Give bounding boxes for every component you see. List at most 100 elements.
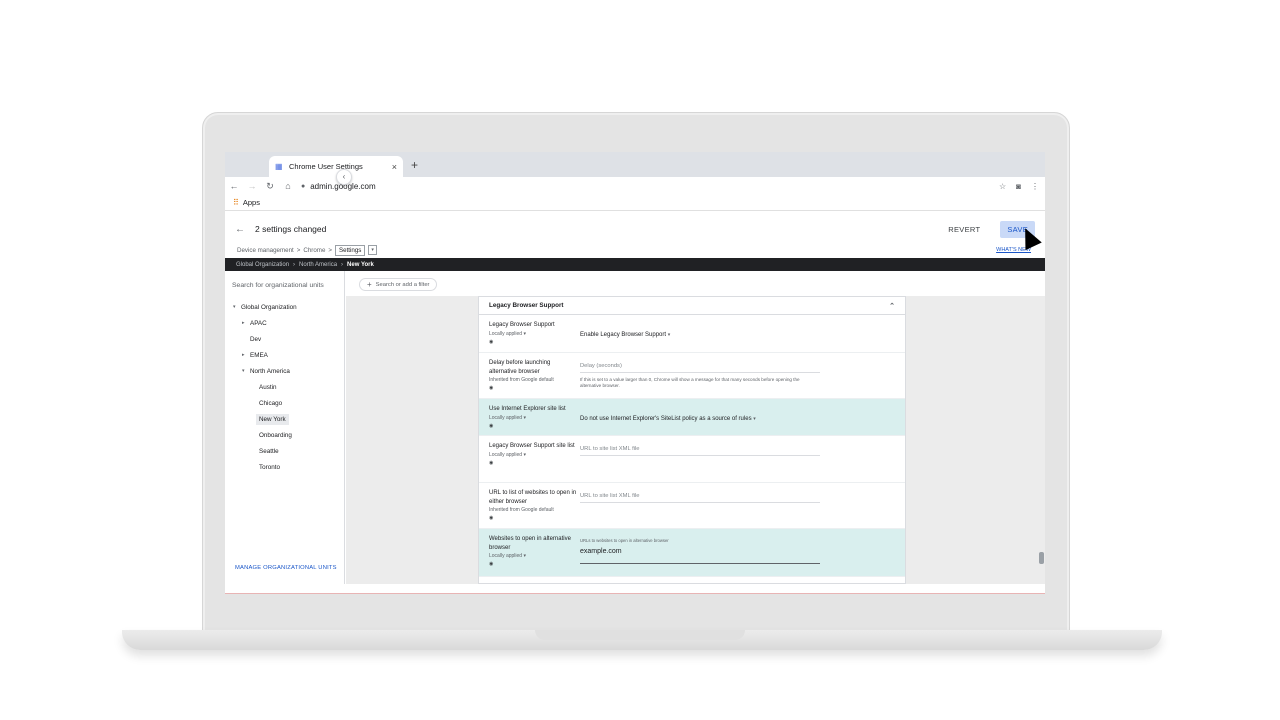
source-dropdown-icon: ▾: [523, 414, 526, 421]
setting-value-col: Delay (seconds) If this is set to a value…: [579, 353, 905, 398]
section-header[interactable]: Legacy Browser Support ⌃: [479, 297, 905, 315]
setting-name: URL to list of websites to open in eithe…: [489, 490, 577, 505]
caret-right-icon[interactable]: ▸: [242, 320, 250, 326]
org-unit-item[interactable]: Austin: [225, 379, 345, 395]
setting-value-col: URLs to websites to open in alternative …: [579, 529, 905, 576]
manage-org-units-link[interactable]: MANAGE ORGANIZATIONAL UNITS: [235, 565, 337, 571]
org-unit-item[interactable]: ▾ North America: [225, 363, 345, 379]
org-unit-item[interactable]: Toronto: [225, 459, 345, 475]
new-tab-icon[interactable]: +: [411, 158, 418, 172]
tab-close-icon[interactable]: ×: [392, 162, 397, 172]
setting-source-label: Inherited from Google default: [489, 377, 554, 383]
org-path-sep: ›: [341, 261, 344, 268]
org-unit-label: EMEA: [250, 351, 268, 359]
org-unit-item[interactable]: Chicago: [225, 395, 345, 411]
org-unit-search-input[interactable]: Search for organizational units: [232, 282, 324, 289]
info-icon[interactable]: ◉: [489, 385, 579, 391]
breadcrumb-item[interactable]: Device management: [237, 247, 294, 254]
org-path-current: New York: [347, 261, 374, 268]
reload-icon[interactable]: ↻: [261, 181, 279, 192]
org-unit-item[interactable]: ▸ APAC: [225, 315, 345, 331]
breadcrumb-sep: >: [328, 246, 333, 254]
org-unit-tree: ▾ Global Organization ▸ APAC Dev ▸ EMEA ▾ North …: [225, 299, 345, 475]
setting-row: Websites to open in alternative browser L…: [479, 529, 905, 577]
org-unit-item[interactable]: Seattle: [225, 443, 345, 459]
laptop-notch: [535, 630, 745, 640]
back-icon[interactable]: ←: [225, 181, 243, 191]
org-unit-label: Dev: [250, 335, 262, 343]
caret-down-icon[interactable]: ▾: [242, 368, 250, 374]
org-unit-item[interactable]: ▾ Global Organization: [225, 299, 345, 315]
source-dropdown-icon: ▾: [523, 553, 526, 559]
filter-chip[interactable]: + Search or add a filter: [359, 278, 438, 291]
setting-label-col: Use Internet Explorer site list Locally a…: [479, 399, 579, 435]
setting-select[interactable]: Enable Legacy Browser Support ▾: [580, 332, 670, 338]
setting-name: Legacy Browser Support site list: [489, 443, 575, 449]
setting-input[interactable]: Delay (seconds): [580, 363, 820, 373]
info-icon[interactable]: ◉: [489, 561, 579, 567]
setting-select[interactable]: Do not use Internet Explorer's SiteList …: [580, 416, 756, 422]
info-icon[interactable]: ◉: [489, 423, 579, 429]
setting-row: Delay before launching alternative brows…: [479, 353, 905, 399]
org-unit-item[interactable]: New York: [225, 411, 345, 427]
setting-row: URL to list of websites to open in eithe…: [479, 483, 905, 529]
caret-right-icon[interactable]: ▸: [242, 352, 250, 358]
setting-source[interactable]: Locally applied ▾: [489, 553, 579, 559]
source-dropdown-icon: ▾: [523, 330, 526, 337]
setting-value: Do not use Internet Explorer's SiteList …: [580, 416, 752, 422]
info-icon[interactable]: ◉: [489, 515, 579, 521]
websites-textarea[interactable]: example.com: [580, 545, 820, 564]
org-unit-item[interactable]: Onboarding: [225, 427, 345, 443]
home-icon[interactable]: ⌂: [279, 181, 297, 191]
collapse-panel-icon[interactable]: ‹: [336, 169, 352, 185]
setting-source[interactable]: Locally applied ▾: [489, 331, 579, 337]
menu-icon[interactable]: ⋮: [1031, 182, 1039, 191]
breadcrumb-current[interactable]: Settings: [335, 244, 366, 256]
info-icon[interactable]: ◉: [489, 460, 579, 466]
breadcrumb-dropdown-icon[interactable]: ▾: [368, 245, 377, 255]
star-icon[interactable]: ☆: [999, 182, 1006, 191]
textarea-label: URLs to websites to open in alternative …: [580, 538, 669, 543]
caret-down-icon[interactable]: ▾: [233, 304, 241, 310]
back-arrow-icon[interactable]: ←: [225, 224, 255, 235]
org-unit-label: Seattle: [259, 447, 279, 455]
org-path-item[interactable]: North America: [299, 262, 337, 268]
setting-source[interactable]: Locally applied ▾: [489, 452, 579, 458]
unsaved-changes-bar: ← 2 settings changed REVERT SAVE: [225, 216, 1045, 242]
address-bar[interactable]: ● admin.google.com: [301, 182, 999, 191]
revert-button[interactable]: REVERT: [948, 225, 980, 234]
setting-input[interactable]: URL to site list XML file: [580, 446, 820, 456]
dropdown-arrow-icon: ▾: [667, 332, 671, 338]
scrollbar-thumb[interactable]: [1039, 552, 1044, 564]
org-unit-label: Toronto: [259, 463, 281, 471]
setting-name: Use Internet Explorer site list: [489, 406, 566, 412]
setting-label-col: Legacy Browser Support site list Locally …: [479, 436, 579, 482]
toolbar-actions: ☆ ◙ ⋮: [999, 182, 1045, 191]
setting-label-col: Delay before launching alternative brows…: [479, 353, 579, 398]
setting-source-label: Locally applied: [489, 451, 523, 458]
forward-icon[interactable]: →: [243, 181, 261, 191]
apps-grid-icon[interactable]: ⠿: [233, 198, 239, 207]
org-unit-item[interactable]: Dev: [225, 331, 345, 347]
setting-source-label: Locally applied: [489, 414, 523, 421]
chevron-up-icon[interactable]: ⌃: [889, 302, 895, 310]
setting-label-col: URL to list of websites to open in eithe…: [479, 483, 579, 528]
admin-favicon-icon: ▦: [275, 161, 283, 171]
setting-source[interactable]: Inherited from Google default: [489, 377, 579, 383]
setting-source-label: Inherited from Google default: [489, 507, 554, 513]
breadcrumb-item[interactable]: Chrome: [303, 247, 325, 254]
org-path-item[interactable]: Global Organization: [236, 262, 289, 268]
setting-value: Enable Legacy Browser Support: [580, 332, 667, 338]
org-unit-label: Chicago: [259, 399, 283, 407]
setting-input[interactable]: URL to site list XML file: [580, 493, 820, 503]
setting-source[interactable]: Locally applied ▾: [489, 415, 579, 421]
org-unit-item[interactable]: ▸ EMEA: [225, 347, 345, 363]
setting-source[interactable]: Inherited from Google default: [489, 507, 579, 513]
apps-bookmark[interactable]: Apps: [243, 198, 260, 207]
org-unit-label: New York: [256, 413, 289, 425]
plus-icon: +: [367, 280, 372, 289]
org-path-bar: Global Organization › North America › Ne…: [225, 258, 1045, 271]
info-icon[interactable]: ◉: [489, 339, 579, 345]
setting-value-col: URL to site list XML file: [579, 483, 905, 528]
camera-icon[interactable]: ◙: [1016, 182, 1021, 191]
